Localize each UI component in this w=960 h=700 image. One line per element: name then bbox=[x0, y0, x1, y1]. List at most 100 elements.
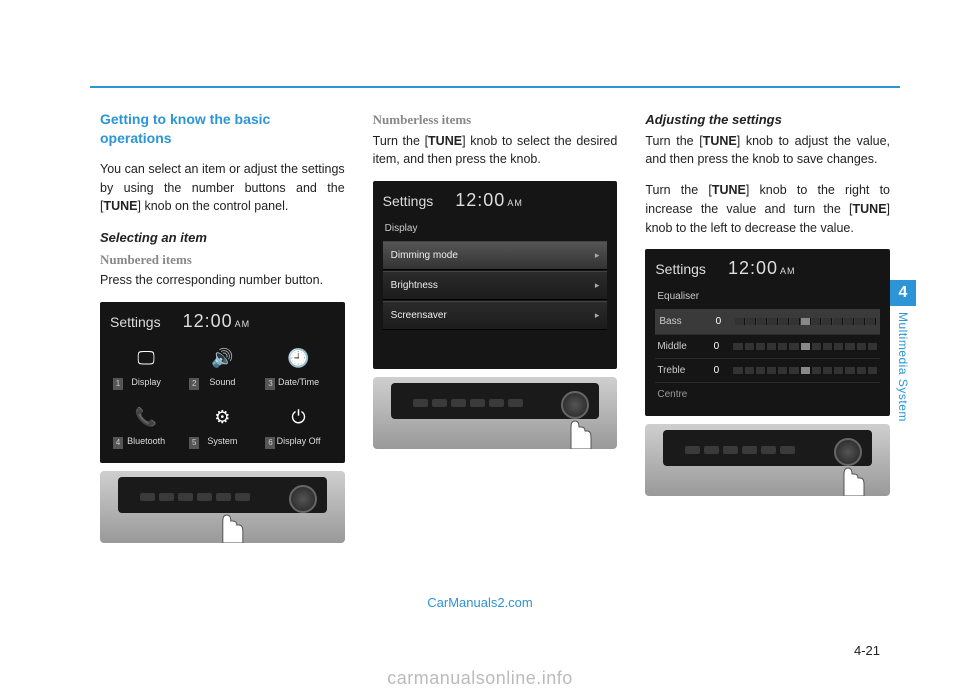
power-icon: ⏻ bbox=[291, 404, 305, 431]
text: Turn the [ bbox=[645, 183, 712, 197]
settings-grid: 🖵 Display 1 🔊 Sound 2 🕘Date/Time3 📞 Bluetooth… bbox=[110, 339, 335, 453]
adjust-paragraph-2: Turn the [TUNE] knob to the right to inc… bbox=[645, 181, 890, 237]
equaliser-screen: Settings 12:00AM Equaliser Bass 0 Middle… bbox=[645, 249, 890, 416]
cell-label: Display Off bbox=[277, 435, 321, 449]
menu-category: Display bbox=[383, 218, 608, 241]
eq-row-bass: Bass 0 bbox=[655, 309, 880, 335]
chapter-label: Multimedia System bbox=[896, 312, 910, 422]
eq-value: 0 bbox=[709, 339, 723, 354]
time-value: 12:00 bbox=[455, 190, 505, 210]
settings-grid-screen: Settings 12:00AM 🖵 Display 1 🔊 Sound 2 🕘Date… bbox=[100, 302, 345, 463]
clock-icon: 🕘 bbox=[287, 345, 309, 372]
cell-number: 4 bbox=[113, 437, 123, 449]
hand-icon bbox=[551, 413, 599, 449]
eq-value: 0 bbox=[709, 363, 723, 378]
chevron-right-icon: ▸ bbox=[595, 279, 600, 293]
cell-number: 5 bbox=[189, 437, 199, 449]
eq-row-middle: Middle 0 bbox=[655, 335, 880, 359]
subheading-numberless: Numberless items bbox=[373, 110, 618, 130]
grid-cell-datetime: 🕘Date/Time3 bbox=[262, 339, 334, 394]
row-label: Brightness bbox=[391, 278, 438, 293]
column-2: Numberless items Turn the [TUNE] knob to… bbox=[373, 110, 618, 543]
cell-number: 2 bbox=[189, 378, 199, 390]
eq-label: Treble bbox=[657, 363, 699, 378]
menu-row-screensaver: Screensaver ▸ bbox=[383, 301, 608, 330]
time-value: 12:00 bbox=[728, 258, 778, 278]
grid-cell-system: ⚙ System 5 bbox=[186, 398, 258, 453]
tune-label: TUNE bbox=[712, 183, 746, 197]
display-menu-screen: Settings 12:00AM Display Dimming mode ▸ B… bbox=[373, 181, 618, 369]
tune-label: TUNE bbox=[103, 199, 137, 213]
hand-icon bbox=[203, 507, 251, 543]
cell-number: 3 bbox=[265, 378, 275, 390]
sound-icon: 🔊 bbox=[211, 345, 233, 372]
menu-row-dimming: Dimming mode ▸ bbox=[383, 241, 608, 270]
eq-label: Middle bbox=[657, 339, 699, 354]
chevron-right-icon: ▸ bbox=[595, 249, 600, 263]
menu-category: Equaliser bbox=[655, 286, 880, 309]
eq-row-centre: Centre bbox=[655, 383, 880, 406]
tune-label: TUNE bbox=[428, 134, 462, 148]
chevron-right-icon: ▸ bbox=[595, 309, 600, 323]
eq-value: 0 bbox=[711, 314, 725, 329]
intro-paragraph: You can select an item or adjust the set… bbox=[100, 160, 345, 216]
subheading-selecting: Selecting an item bbox=[100, 228, 345, 248]
cell-number: 6 bbox=[265, 437, 275, 449]
number-buttons bbox=[413, 399, 523, 407]
time-ampm: AM bbox=[507, 198, 523, 208]
screen-title: Settings bbox=[655, 259, 706, 280]
tune-label: TUNE bbox=[853, 202, 887, 216]
control-panel-photo bbox=[645, 424, 890, 496]
cell-label: Sound bbox=[209, 376, 235, 390]
menu-row-brightness: Brightness ▸ bbox=[383, 271, 608, 300]
eq-label: Bass bbox=[659, 314, 701, 329]
row-label: Screensaver bbox=[391, 308, 447, 323]
control-panel-photo bbox=[373, 377, 618, 449]
screen-time: 12:00AM bbox=[728, 255, 796, 282]
press-paragraph: Press the corresponding number button. bbox=[100, 271, 345, 290]
column-1: Getting to know the basic operations You… bbox=[100, 110, 345, 543]
text: Turn the [ bbox=[645, 134, 702, 148]
screen-header: Settings 12:00AM bbox=[383, 187, 608, 214]
text: ] knob on the control panel. bbox=[138, 199, 289, 213]
time-ampm: AM bbox=[780, 266, 796, 276]
screen-header: Settings 12:00AM bbox=[655, 255, 880, 282]
row-label: Dimming mode bbox=[391, 248, 458, 263]
grid-cell-displayoff: ⏻ Display Off6 bbox=[262, 398, 334, 453]
cell-label: Bluetooth bbox=[127, 435, 165, 449]
screen-time: 12:00AM bbox=[455, 187, 523, 214]
eq-row-treble: Treble 0 bbox=[655, 359, 880, 383]
time-ampm: AM bbox=[235, 319, 251, 329]
gear-icon: ⚙ bbox=[214, 404, 230, 431]
display-icon: 🖵 bbox=[137, 345, 154, 372]
tune-label: TUNE bbox=[703, 134, 737, 148]
control-panel-photo bbox=[100, 471, 345, 543]
cell-number: 1 bbox=[113, 378, 123, 390]
chapter-number: 4 bbox=[890, 280, 916, 306]
screen-header: Settings 12:00AM bbox=[110, 308, 335, 335]
page-content: Getting to know the basic operations You… bbox=[100, 110, 890, 543]
watermark-1: CarManuals2.com bbox=[427, 595, 533, 610]
number-buttons bbox=[140, 493, 250, 501]
cell-label: Display bbox=[131, 376, 161, 390]
column-3: Adjusting the settings Turn the [TUNE] k… bbox=[645, 110, 890, 543]
grid-cell-display: 🖵 Display 1 bbox=[110, 339, 182, 394]
subheading-adjusting: Adjusting the settings bbox=[645, 110, 890, 130]
header-rule bbox=[90, 86, 900, 88]
adjust-paragraph-1: Turn the [TUNE] knob to adjust the value… bbox=[645, 132, 890, 170]
bluetooth-icon: 📞 bbox=[135, 404, 157, 431]
eq-slider bbox=[733, 367, 878, 374]
eq-slider bbox=[735, 318, 876, 325]
subheading-numbered: Numbered items bbox=[100, 250, 345, 270]
text: Turn the [ bbox=[373, 134, 428, 148]
menu-list: Display Dimming mode ▸ Brightness ▸ Screen… bbox=[383, 218, 608, 359]
page-number: 4-21 bbox=[854, 643, 880, 658]
numberless-paragraph: Turn the [TUNE] knob to select the desir… bbox=[373, 132, 618, 170]
eq-slider bbox=[733, 343, 878, 350]
chapter-tab: 4 Multimedia System bbox=[890, 280, 916, 422]
hand-icon bbox=[824, 460, 872, 496]
time-value: 12:00 bbox=[183, 311, 233, 331]
tune-knob bbox=[289, 485, 317, 513]
cell-label: System bbox=[207, 435, 237, 449]
screen-time: 12:00AM bbox=[183, 308, 251, 335]
